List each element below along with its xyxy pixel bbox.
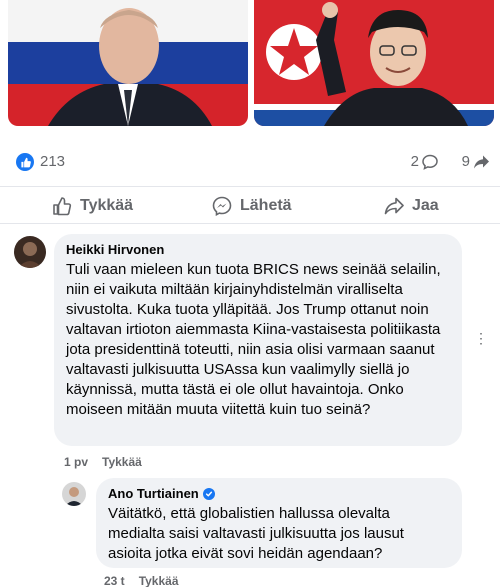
share-arrow-icon — [474, 155, 489, 168]
comment-text: Väitätkö, että globalistien hallussa ole… — [108, 505, 404, 562]
more-options-icon[interactable]: ⋮ — [474, 330, 489, 347]
avatar-ano-image — [62, 482, 86, 506]
comment-meta: 1 pv Tykkää — [64, 455, 142, 469]
comment-count-value: 2 — [410, 153, 419, 170]
thumbs-up-icon — [16, 153, 34, 171]
messenger-icon — [212, 196, 232, 216]
comment-time[interactable]: 23 t — [104, 574, 125, 587]
comment-icon — [422, 154, 438, 170]
share-outline-icon — [384, 197, 404, 215]
avatar[interactable] — [62, 482, 86, 506]
comment-author[interactable]: Heikki Hirvonen — [66, 242, 450, 258]
like-button[interactable]: Tykkää — [52, 192, 133, 220]
share-button-label: Jaa — [412, 197, 439, 214]
reply-meta: 23 t Tykkää — [104, 574, 179, 587]
send-button[interactable]: Lähetä — [212, 192, 292, 220]
photo-russia-leader[interactable] — [8, 0, 248, 126]
photo-nk-image — [254, 0, 494, 126]
comment-count[interactable]: 2 — [411, 153, 438, 170]
comment-bubble: Heikki Hirvonen Tuli vaan mieleen kun tu… — [54, 234, 462, 446]
avatar[interactable] — [14, 236, 46, 268]
share-button[interactable]: Jaa — [384, 192, 439, 220]
share-count[interactable]: 9 — [462, 153, 490, 170]
photo-russia-image — [8, 0, 248, 126]
comment-text: Tuli vaan mieleen kun tuota BRICS news s… — [66, 261, 441, 418]
avatar-heikki-image — [14, 236, 46, 268]
comment-author[interactable]: Ano Turtiainen — [108, 486, 199, 502]
thumbs-up-outline-icon — [53, 197, 72, 216]
comment-time[interactable]: 1 pv — [64, 455, 88, 469]
post-stats: 213 2 9 — [0, 146, 500, 178]
reply-author-row: Ano Turtiainen — [108, 486, 450, 502]
reply-bubble: Ano Turtiainen Väitätkö, että globalisti… — [96, 478, 462, 568]
send-button-label: Lähetä — [240, 197, 292, 214]
share-count-value: 9 — [461, 153, 470, 170]
comment-like-link[interactable]: Tykkää — [139, 574, 179, 587]
post-action-bar: Tykkää Lähetä Jaa — [0, 186, 500, 224]
reaction-count[interactable]: 213 — [40, 153, 65, 170]
like-button-label: Tykkää — [80, 197, 134, 214]
comment-like-link[interactable]: Tykkää — [102, 455, 142, 469]
photo-nk-leader[interactable] — [254, 0, 494, 126]
verified-badge-icon — [202, 488, 215, 500]
post-photos — [0, 0, 500, 128]
